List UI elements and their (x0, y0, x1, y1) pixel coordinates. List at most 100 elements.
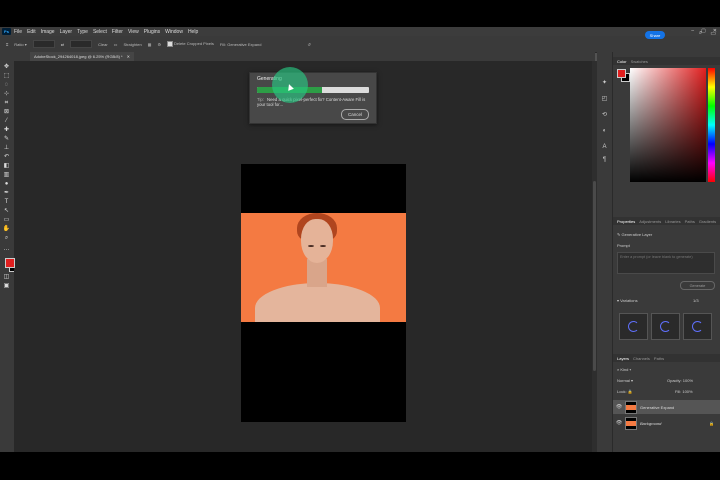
straighten-icon[interactable]: ▭ (114, 42, 118, 47)
tab-paths[interactable]: Paths (685, 219, 695, 224)
grid-overlay-icon[interactable]: ▦ (148, 42, 152, 47)
quick-mask-icon[interactable]: ◫ (2, 274, 11, 281)
history-brush-icon[interactable]: ↶ (2, 154, 11, 161)
properties-panel-tabs: Properties Adjustments Libraries Paths G… (613, 217, 720, 225)
variations-header: ▾ Variations (617, 298, 638, 303)
clone-stamp-icon[interactable]: ⊥ (2, 145, 11, 152)
learn-icon[interactable]: ✦ (600, 79, 609, 88)
height-field[interactable] (70, 40, 93, 48)
settings-icon[interactable]: ⚙ (157, 42, 161, 47)
menu-type[interactable]: Type (77, 29, 88, 35)
tip-text: Tip: Need a quick pixel-perfect fix? Cont… (257, 97, 369, 107)
crop-tool-icon[interactable]: ⌗ (6, 42, 8, 47)
more-tools-icon[interactable]: … (2, 246, 11, 253)
menu-select[interactable]: Select (93, 29, 107, 35)
menu-filter[interactable]: Filter (112, 29, 123, 35)
close-tab-icon[interactable]: ✕ (127, 54, 130, 59)
eyedropper-icon[interactable]: ⁄ (2, 118, 11, 125)
rectangle-tool-icon[interactable]: ▭ (2, 217, 11, 224)
chevron-down-icon[interactable]: ▾ (617, 298, 619, 303)
search-icon[interactable]: ⌕ (699, 30, 702, 37)
opacity-field[interactable]: Opacity: 100% (667, 378, 693, 383)
portrait-photo (241, 213, 406, 322)
foreground-swatch[interactable] (617, 69, 626, 78)
tab-properties[interactable]: Properties (617, 219, 635, 224)
tab-libraries[interactable]: Libraries (665, 219, 680, 224)
pen-tool-icon[interactable]: ✒ (2, 190, 11, 197)
loading-spinner-icon (628, 321, 639, 332)
straighten-button[interactable]: Straighten (123, 42, 141, 47)
frame-tool-icon[interactable]: ⊠ (2, 109, 11, 116)
tab-layers[interactable]: Layers (617, 356, 629, 361)
lock-icon[interactable]: 🔒 (628, 389, 633, 394)
prompt-input[interactable]: Enter a prompt (or leave blank to genera… (617, 252, 715, 274)
layer-filter-row[interactable]: ⌕ Kind ▾ (617, 367, 631, 372)
tab-swatches[interactable]: Swatches (631, 59, 648, 64)
move-tool-icon[interactable]: ✥ (2, 64, 11, 71)
hue-slider[interactable] (708, 68, 715, 182)
photoshop-logo: Ps (2, 28, 11, 35)
visibility-eye-icon[interactable]: 👁 (615, 420, 623, 426)
history-icon[interactable]: ⟲ (600, 111, 609, 120)
menu-layer[interactable]: Layer (60, 29, 73, 35)
fill-label: Fill: (675, 389, 682, 394)
document-canvas[interactable] (241, 164, 406, 422)
blend-mode-select[interactable]: Normal ▾ (617, 378, 633, 383)
brush-tool-icon[interactable]: ✎ (2, 136, 11, 143)
healing-brush-icon[interactable]: ✚ (2, 127, 11, 134)
menu-plugins[interactable]: Plugins (144, 29, 160, 35)
menu-window[interactable]: Window (165, 29, 183, 35)
visibility-eye-icon[interactable]: 👁 (615, 404, 623, 410)
blur-tool-icon[interactable]: ● (2, 181, 11, 188)
variation-thumbnail[interactable] (651, 313, 680, 340)
workspace-icon[interactable]: ▭ (710, 30, 716, 37)
ratio-select[interactable]: Ratio ▾ (14, 42, 26, 47)
clear-button[interactable]: Clear (98, 42, 108, 47)
reset-icon[interactable]: ↺ (307, 42, 310, 47)
swap-icon[interactable]: ⇄ (61, 42, 64, 47)
foreground-color-swatch[interactable] (5, 258, 15, 268)
variation-thumbnail[interactable] (683, 313, 712, 340)
menu-file[interactable]: File (14, 29, 22, 35)
character-icon[interactable]: A (600, 143, 609, 152)
tab-channels[interactable]: Channels (633, 356, 650, 361)
tab-gradients[interactable]: Gradients (699, 219, 716, 224)
layer-row-generative-expand[interactable]: 👁 Generative Expand (613, 400, 720, 414)
fill-field[interactable]: Fill: 100% (675, 389, 693, 394)
tab-paths[interactable]: Paths (654, 356, 664, 361)
lasso-tool-icon[interactable]: ◌ (2, 82, 11, 89)
share-button[interactable]: Share (645, 31, 665, 39)
layers-panel-tabs: Layers Channels Paths (613, 354, 720, 362)
generate-button[interactable]: Generate (680, 281, 715, 290)
menu-image[interactable]: Image (41, 29, 55, 35)
crop-tool-icon[interactable]: ⌗ (2, 100, 11, 107)
cancel-button[interactable]: Cancel (341, 109, 369, 120)
minimize-button[interactable]: – (691, 28, 694, 34)
hand-tool-icon[interactable]: ✋ (2, 226, 11, 233)
delete-cropped-checkbox[interactable]: Delete Cropped Pixels (167, 41, 214, 47)
screen-mode-icon[interactable]: ▣ (2, 283, 11, 290)
layer-row-background[interactable]: 👁 Background 🔒 (613, 416, 720, 430)
variation-thumbnail[interactable] (619, 313, 648, 340)
gradient-tool-icon[interactable]: ▥ (2, 172, 11, 179)
libraries-icon[interactable]: ◰ (600, 95, 609, 104)
scrollbar-thumb[interactable] (593, 181, 596, 371)
object-selection-icon[interactable]: ⊹ (2, 91, 11, 98)
type-tool-icon[interactable]: T (2, 199, 11, 206)
document-tab[interactable]: AdobeStock_294264018.jpeg @ 6.25% (RGB/8… (30, 52, 134, 61)
menu-help[interactable]: Help (188, 29, 198, 35)
zoom-tool-icon[interactable]: ⌕ (2, 235, 11, 242)
marquee-tool-icon[interactable]: ⬚ (2, 73, 11, 80)
tab-color[interactable]: Color (617, 59, 627, 64)
menu-edit[interactable]: Edit (27, 29, 36, 35)
adjustments-icon[interactable]: ◐ (600, 127, 609, 136)
lock-label: Lock: (617, 389, 627, 394)
fill-select[interactable]: Fill: Generative Expand (220, 42, 262, 47)
color-picker-field[interactable] (630, 68, 706, 182)
width-field[interactable] (32, 40, 55, 48)
menu-view[interactable]: View (128, 29, 139, 35)
eraser-icon[interactable]: ◧ (2, 163, 11, 170)
path-selection-icon[interactable]: ↖ (2, 208, 11, 215)
tab-adjustments[interactable]: Adjustments (639, 219, 661, 224)
paragraph-icon[interactable]: ¶ (600, 156, 609, 165)
